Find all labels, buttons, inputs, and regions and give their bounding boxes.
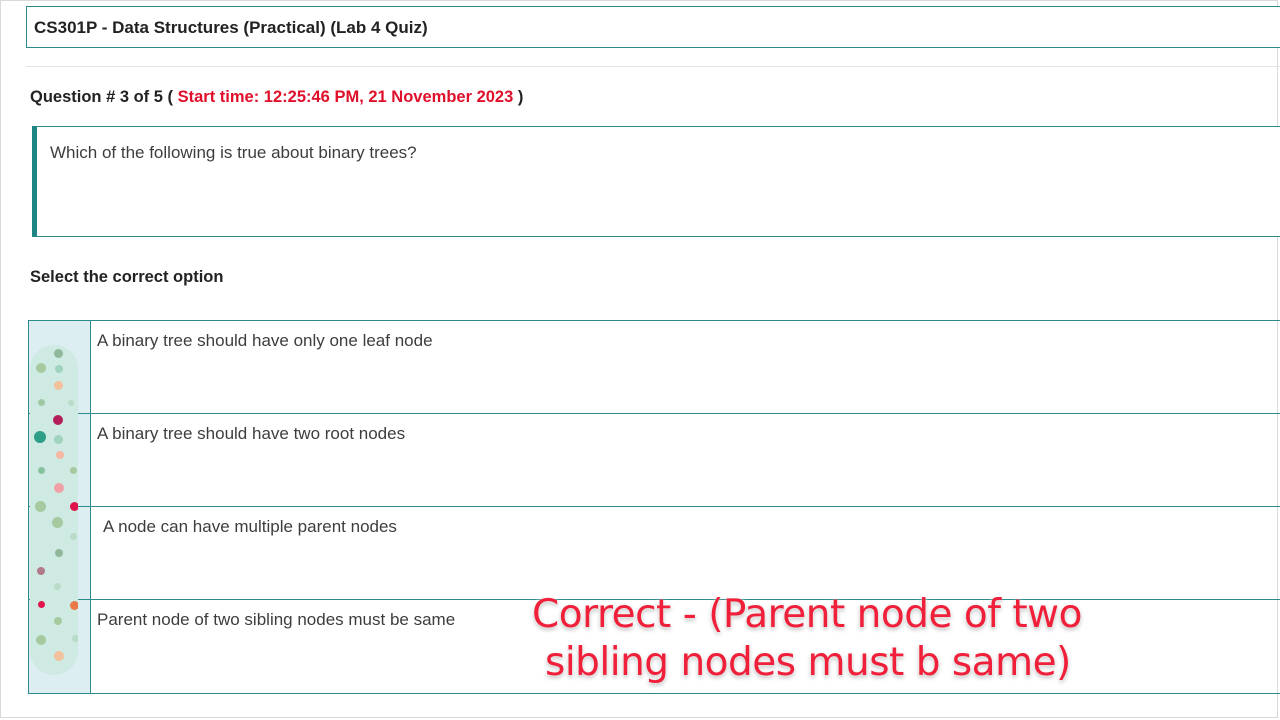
dot-icon: [56, 451, 64, 459]
dot-icon: [70, 467, 77, 474]
dot-icon: [36, 363, 46, 373]
question-box: Which of the following is true about bin…: [32, 126, 1280, 237]
dot-icon: [38, 399, 45, 406]
option-2[interactable]: A binary tree should have two root nodes: [91, 414, 1280, 507]
start-time: Start time: 12:25:46 PM, 21 November 202…: [177, 88, 514, 106]
option-4-label: Parent node of two sibling nodes must be…: [97, 610, 456, 629]
dot-icon: [54, 435, 63, 444]
quiz-title: CS301P - Data Structures (Practical) (La…: [34, 18, 428, 37]
question-close-paren: ): [517, 88, 524, 106]
dot-icon: [54, 617, 62, 625]
select-option-label: Select the correct option: [30, 268, 224, 286]
option-3-label: A node can have multiple parent nodes: [103, 517, 397, 536]
dot-icon: [70, 601, 78, 610]
dot-icon: [54, 381, 63, 390]
options-table: A binary tree should have only one leaf …: [28, 320, 1280, 694]
decorative-dots-pill: [30, 345, 78, 675]
dot-icon: [70, 533, 77, 540]
dot-icon: [55, 365, 63, 373]
quiz-header: CS301P - Data Structures (Practical) (La…: [26, 6, 1280, 48]
dot-icon: [54, 583, 61, 590]
option-2-label: A binary tree should have two root nodes: [97, 424, 406, 443]
dot-icon: [70, 502, 78, 511]
dot-icon: [53, 415, 63, 425]
question-number: Question # 3 of 5 (: [30, 88, 174, 106]
dot-icon: [38, 467, 45, 474]
answer-overlay-line-1: Correct - (Parent node of two: [532, 592, 1082, 637]
dot-icon: [34, 431, 46, 443]
dot-icon: [54, 651, 64, 661]
dot-icon: [38, 601, 45, 608]
dot-icon: [35, 501, 46, 512]
dot-icon: [55, 549, 63, 557]
answer-overlay-line-2: sibling nodes must b same): [545, 640, 1071, 685]
option-3[interactable]: A node can have multiple parent nodes: [91, 507, 1280, 600]
dot-icon: [52, 517, 63, 528]
dot-icon: [54, 349, 63, 358]
question-heading: Question # 3 of 5 ( Start time: 12:25:46…: [30, 88, 523, 107]
dot-icon: [37, 567, 45, 575]
dot-icon: [36, 635, 46, 645]
question-text: Which of the following is true about bin…: [50, 143, 417, 162]
divider: [26, 66, 1280, 67]
option-1-label: A binary tree should have only one leaf …: [97, 331, 433, 350]
option-1[interactable]: A binary tree should have only one leaf …: [91, 321, 1280, 414]
dot-icon: [72, 635, 78, 642]
dot-icon: [68, 400, 74, 406]
dot-icon: [54, 483, 64, 493]
